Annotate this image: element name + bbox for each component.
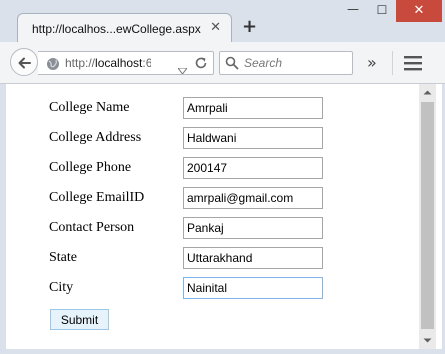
tab-title: http://localhos...ewCollege.aspx xyxy=(32,22,201,36)
reload-icon[interactable] xyxy=(194,56,208,75)
overflow-chevron-icon[interactable]: » xyxy=(367,53,377,72)
back-button[interactable] xyxy=(10,48,38,76)
city-label: City xyxy=(49,280,74,295)
url-text: http://localhost:6418 xyxy=(65,56,151,70)
title-bar: — ☐ ✕ http://localhos...ewCollege.aspx ✕… xyxy=(0,0,445,43)
college-email-input[interactable] xyxy=(183,187,323,209)
close-window-button[interactable]: ✕ xyxy=(396,0,442,22)
college-email-label: College EmailID xyxy=(49,190,145,205)
college-name-input[interactable] xyxy=(183,97,323,119)
hamburger-menu-icon[interactable] xyxy=(404,55,422,76)
toolbar-divider xyxy=(392,51,393,75)
contact-person-label: Contact Person xyxy=(49,220,135,235)
state-input[interactable] xyxy=(183,247,323,269)
vertical-scrollbar[interactable] xyxy=(419,84,436,349)
search-bar[interactable]: Search xyxy=(219,51,353,75)
search-placeholder: Search xyxy=(244,56,283,70)
url-prefix: http:// xyxy=(65,56,96,70)
page-content: College Name College Address College Pho… xyxy=(0,84,445,349)
new-tab-button[interactable]: + xyxy=(242,17,257,37)
submit-button[interactable]: Submit xyxy=(50,309,109,330)
scroll-down-arrow-icon[interactable] xyxy=(419,332,436,349)
college-name-label: College Name xyxy=(49,100,130,115)
college-phone-label: College Phone xyxy=(49,160,132,175)
state-label: State xyxy=(49,250,77,265)
globe-icon xyxy=(46,57,60,76)
minimize-button[interactable]: — xyxy=(338,0,368,22)
url-port: :6418 xyxy=(142,56,151,70)
college-phone-input[interactable] xyxy=(183,157,323,179)
navigation-toolbar: http://localhost:6418 Search » xyxy=(0,42,445,84)
url-host: localhost xyxy=(95,56,143,70)
back-arrow-icon xyxy=(18,57,31,69)
college-address-label: College Address xyxy=(49,130,142,145)
scrollbar-thumb[interactable] xyxy=(421,102,434,329)
college-address-input[interactable] xyxy=(183,127,323,149)
maximize-button[interactable]: ☐ xyxy=(368,0,396,22)
search-icon xyxy=(225,56,239,75)
tab-close-icon[interactable]: ✕ xyxy=(210,20,221,35)
address-bar[interactable]: http://localhost:6418 xyxy=(38,51,214,75)
browser-tab[interactable]: http://localhos...ewCollege.aspx ✕ xyxy=(17,13,232,43)
contact-person-input[interactable] xyxy=(183,217,323,239)
scroll-up-arrow-icon[interactable] xyxy=(419,84,436,101)
dropdown-arrow-icon[interactable] xyxy=(177,61,188,79)
city-input[interactable] xyxy=(183,277,323,299)
